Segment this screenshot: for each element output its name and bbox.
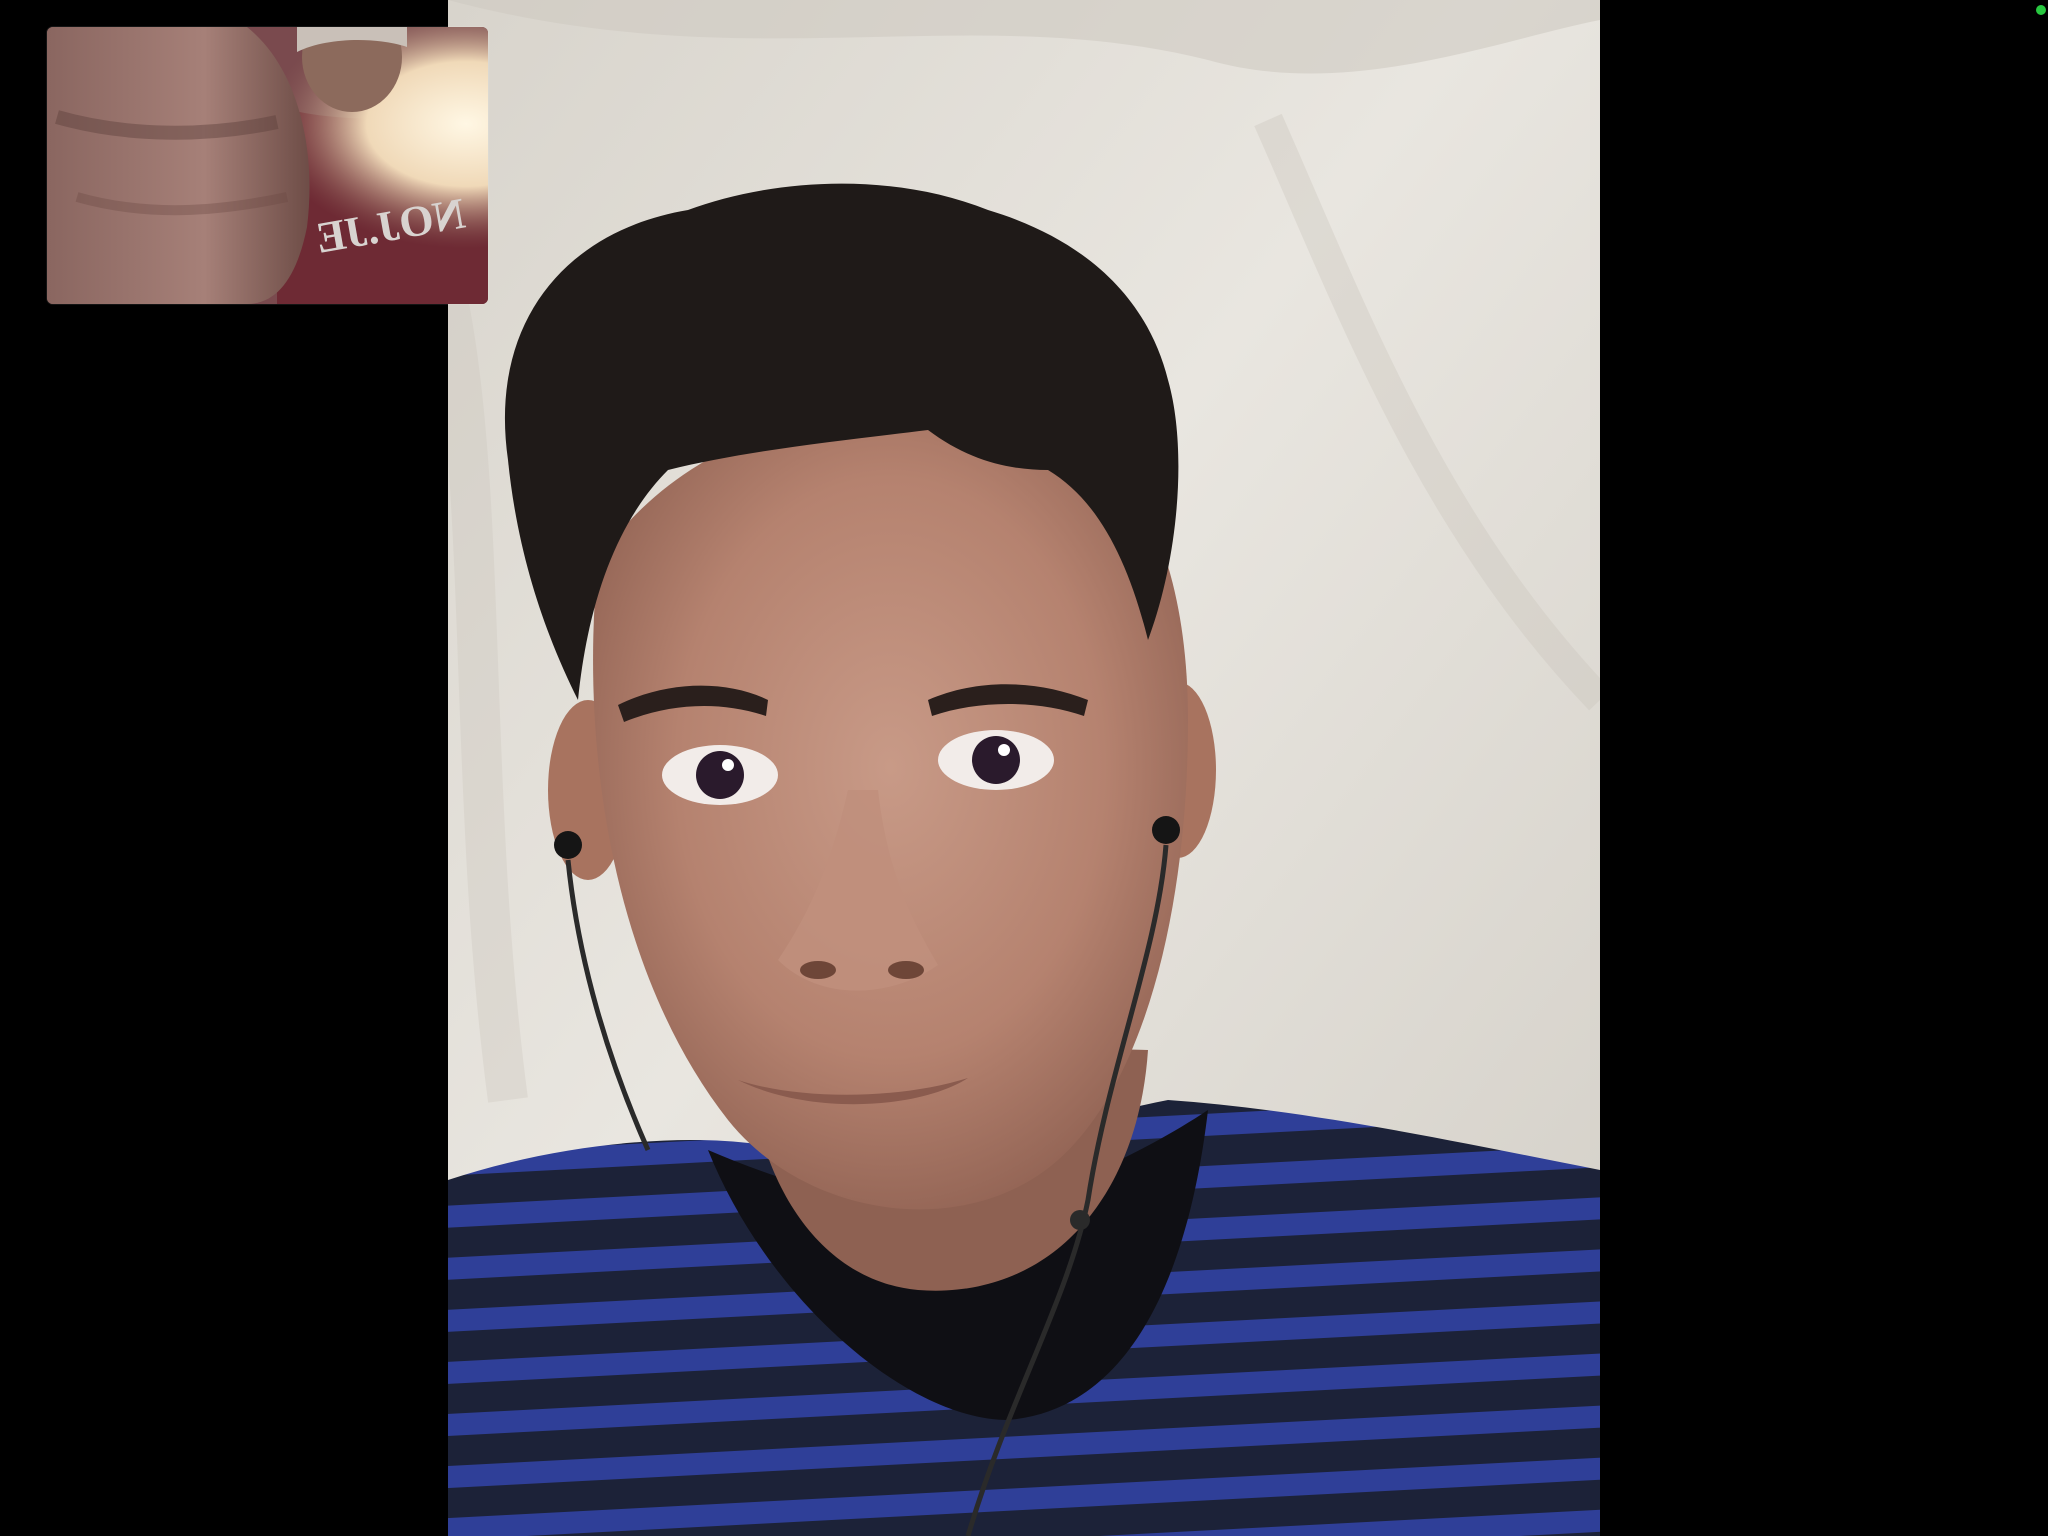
blurred-finger bbox=[47, 27, 310, 304]
self-preview-video[interactable]: NOJ.JE bbox=[47, 27, 488, 304]
camera-active-indicator bbox=[2036, 5, 2046, 15]
self-preview-frame: NOJ.JE bbox=[47, 27, 488, 304]
remote-video-feed[interactable] bbox=[448, 0, 1600, 1536]
remote-video-frame bbox=[448, 0, 1600, 1536]
video-call-window: NOJ.JE bbox=[0, 0, 2048, 1536]
